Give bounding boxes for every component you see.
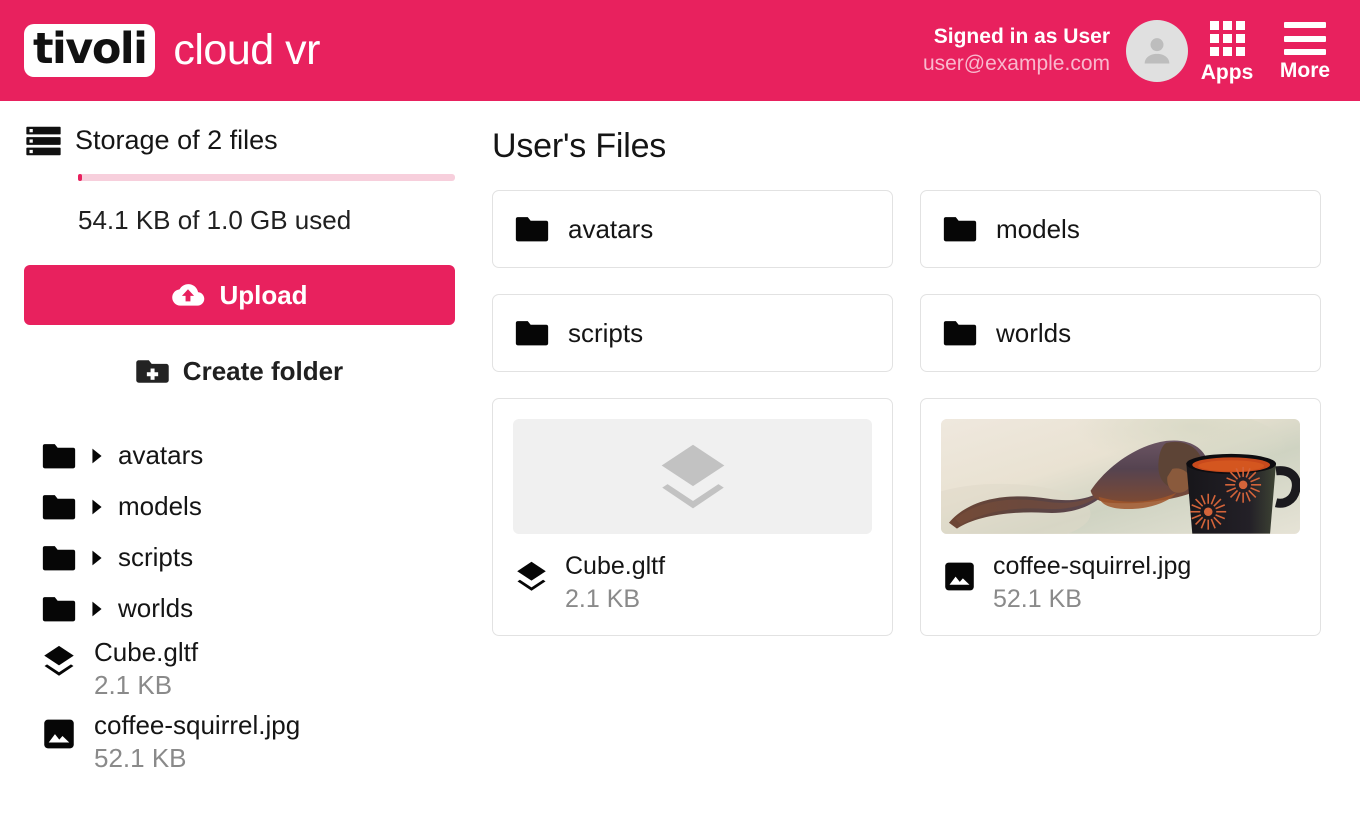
folder-icon	[943, 321, 977, 346]
storage-server-icon	[26, 126, 61, 155]
folder-card-label: scripts	[568, 317, 644, 348]
app-header: tivoli cloud vr Signed in as User user@e…	[0, 0, 1360, 101]
tree-file-texts: Cube.gltf 2.1 KB	[94, 634, 198, 703]
caret-right-icon[interactable]	[90, 499, 104, 515]
storage-progress-bar	[78, 174, 455, 181]
folder-icon	[515, 217, 549, 242]
file-thumbnail-placeholder	[513, 419, 872, 534]
logo-product-text: cloud vr	[173, 25, 320, 74]
cloud-upload-icon	[172, 284, 205, 306]
folder-card-grid: avatars models scripts worlds	[492, 190, 1321, 372]
file-name: Cube.gltf	[565, 552, 666, 580]
folder-icon	[515, 321, 549, 346]
tree-file-name: coffee-squirrel.jpg	[94, 710, 301, 740]
file-texts: Cube.gltf 2.1 KB	[565, 550, 665, 615]
image-icon	[943, 561, 976, 597]
tree-folder-avatars[interactable]: avatars	[18, 430, 456, 481]
avatar[interactable]	[1126, 19, 1188, 82]
signed-in-block: Signed in as User user@example.com	[923, 24, 1126, 78]
folder-icon	[42, 443, 76, 468]
layers-icon	[661, 444, 724, 508]
tree-folder-label: scripts	[118, 542, 194, 572]
folder-card-label: avatars	[568, 213, 654, 244]
folder-card-worlds[interactable]: worlds	[920, 294, 1321, 372]
create-folder-button[interactable]: Create folder	[24, 348, 455, 394]
tree-file-size: 52.1 KB	[94, 743, 187, 774]
layers-icon	[42, 645, 76, 682]
more-button-label: More	[1279, 59, 1331, 82]
file-size: 52.1 KB	[993, 584, 1082, 613]
file-card-coffee-squirrel[interactable]: coffee-squirrel.jpg 52.1 KB	[920, 398, 1321, 636]
tree-folder-label: models	[118, 491, 202, 521]
image-icon	[42, 718, 76, 755]
tree-folder-scripts[interactable]: scripts	[18, 532, 456, 583]
storage-title: Storage of 2 files	[75, 125, 278, 155]
folder-card-label: worlds	[996, 317, 1072, 348]
tree-file-cube[interactable]: Cube.gltf 2.1 KB	[18, 634, 456, 707]
page-body: Storage of 2 files 54.1 KB of 1.0 GB use…	[0, 101, 1360, 840]
caret-right-icon[interactable]	[90, 550, 104, 566]
user-email-text: user@example.com	[922, 51, 1110, 75]
main-content: User's Files avatars models scripts worl…	[480, 101, 1360, 840]
upload-button[interactable]: Upload	[24, 265, 455, 325]
file-size: 2.1 KB	[565, 584, 641, 613]
folder-icon	[42, 596, 76, 621]
file-thumbnail-image	[941, 419, 1300, 534]
brand-logo[interactable]: tivoli cloud vr	[24, 23, 320, 78]
signed-in-text: Signed in as User	[933, 24, 1110, 48]
tree-file-texts: coffee-squirrel.jpg 52.1 KB	[94, 707, 300, 776]
file-texts: coffee-squirrel.jpg 52.1 KB	[993, 550, 1191, 615]
hamburger-menu-icon	[1284, 22, 1326, 55]
tree-folder-worlds[interactable]: worlds	[18, 583, 456, 634]
folder-icon	[943, 217, 977, 242]
folder-card-models[interactable]: models	[920, 190, 1321, 268]
apps-grid-icon	[1209, 21, 1245, 57]
folder-card-scripts[interactable]: scripts	[492, 294, 893, 372]
folder-plus-icon	[136, 360, 169, 383]
tree-file-name: Cube.gltf	[94, 637, 199, 667]
sidebar: Storage of 2 files 54.1 KB of 1.0 GB use…	[0, 101, 480, 840]
more-button[interactable]: More	[1266, 20, 1344, 81]
squirrel-photo	[941, 419, 1300, 534]
storage-header: Storage of 2 files	[24, 125, 456, 156]
folder-icon	[42, 545, 76, 570]
file-tree: avatars models scripts worlds Cube.gltf …	[18, 430, 456, 780]
create-folder-label: Create folder	[182, 355, 344, 386]
header-right-group: Signed in as User user@example.com Apps …	[923, 19, 1344, 83]
storage-progress-fill	[78, 174, 82, 181]
file-name: coffee-squirrel.jpg	[993, 552, 1192, 580]
page-title: User's Files	[492, 127, 667, 165]
folder-card-label: models	[996, 213, 1080, 244]
person-icon	[1144, 37, 1170, 63]
caret-right-icon[interactable]	[90, 448, 104, 464]
logo-brand-text: tivoli	[33, 23, 148, 74]
folder-card-avatars[interactable]: avatars	[492, 190, 893, 268]
layers-icon	[515, 561, 548, 597]
file-card-cube[interactable]: Cube.gltf 2.1 KB	[492, 398, 893, 636]
tree-folder-label: worlds	[118, 593, 194, 623]
tree-file-coffee-squirrel[interactable]: coffee-squirrel.jpg 52.1 KB	[18, 707, 456, 780]
file-meta: Cube.gltf 2.1 KB	[513, 550, 872, 615]
folder-icon	[42, 494, 76, 519]
upload-button-label: Upload	[219, 279, 308, 310]
apps-button[interactable]: Apps	[1188, 19, 1266, 83]
apps-button-label: Apps	[1200, 60, 1254, 84]
tree-file-size: 2.1 KB	[94, 670, 173, 701]
storage-used-text: 54.1 KB of 1.0 GB used	[78, 205, 352, 235]
file-card-grid: Cube.gltf 2.1 KB coffee-squirrel.jpg 52.…	[492, 398, 1321, 636]
caret-right-icon[interactable]	[90, 601, 104, 617]
tree-folder-label: avatars	[118, 440, 204, 470]
logo-badge: tivoli	[24, 23, 156, 78]
tree-folder-models[interactable]: models	[18, 481, 456, 532]
file-meta: coffee-squirrel.jpg 52.1 KB	[941, 550, 1300, 615]
